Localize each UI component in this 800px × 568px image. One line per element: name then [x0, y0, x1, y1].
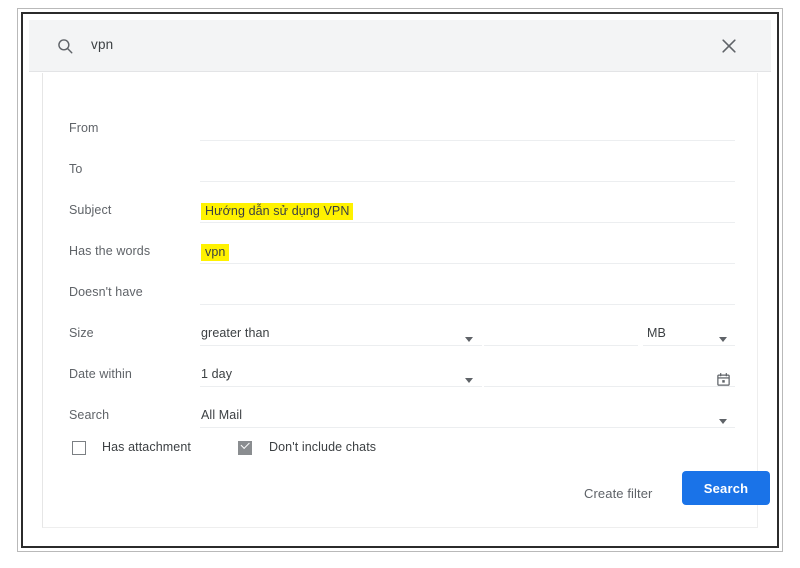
- select-size-unit[interactable]: MB: [643, 324, 735, 346]
- chevron-down-icon[interactable]: [719, 419, 727, 424]
- search-form-card: From To Subject Hướng dẫn sử dụng VPN Ha…: [42, 73, 770, 528]
- select-date-range[interactable]: 1 day: [200, 365, 482, 387]
- input-has-the-words-value: vpn: [201, 244, 230, 261]
- input-date[interactable]: [484, 365, 735, 387]
- input-subject-value: Hướng dẫn sử dụng VPN: [201, 203, 354, 220]
- label-date-within: Date within: [69, 367, 132, 381]
- form-row-subject: Subject Hướng dẫn sử dụng VPN: [43, 193, 759, 234]
- form-row-size: Size greater than MB: [43, 316, 759, 357]
- checkbox-dont-include-chats[interactable]: [238, 439, 252, 455]
- label-has-the-words: Has the words: [69, 244, 151, 258]
- input-subject[interactable]: Hướng dẫn sử dụng VPN: [200, 201, 735, 223]
- select-size-comparator-value: greater than: [201, 326, 270, 340]
- label-has-attachment[interactable]: Has attachment: [102, 440, 191, 454]
- label-subject: Subject: [69, 203, 112, 217]
- label-to: To: [69, 162, 83, 176]
- input-to[interactable]: [200, 160, 735, 182]
- search-bar[interactable]: vpn: [29, 20, 771, 72]
- label-dont-include-chats[interactable]: Don't include chats: [269, 440, 376, 454]
- search-icon: [56, 37, 74, 55]
- select-date-range-value: 1 day: [201, 367, 233, 381]
- form-row-from: From: [43, 111, 759, 152]
- label-from: From: [69, 121, 99, 135]
- input-from[interactable]: [200, 119, 735, 141]
- chevron-down-icon[interactable]: [465, 337, 473, 342]
- select-size-unit-value: MB: [647, 326, 666, 340]
- form-row-doesnt-have: Doesn't have: [43, 275, 759, 316]
- search-query-text[interactable]: vpn: [91, 37, 113, 52]
- calendar-icon[interactable]: [716, 372, 731, 387]
- label-size: Size: [69, 326, 94, 340]
- select-search-scope-value: All Mail: [201, 408, 243, 422]
- close-icon[interactable]: [719, 36, 739, 56]
- search-button[interactable]: Search: [682, 471, 770, 505]
- checkbox-has-attachment[interactable]: [72, 441, 86, 455]
- chevron-down-icon[interactable]: [465, 378, 473, 383]
- form-row-has-the-words: Has the words vpn: [43, 234, 759, 275]
- select-search-scope[interactable]: All Mail: [200, 406, 735, 428]
- screenshot-root: vpn From To Subject Hướng dẫn sử dụng VP…: [0, 0, 800, 568]
- gmail-advanced-search-dialog: vpn From To Subject Hướng dẫn sử dụng VP…: [29, 20, 771, 532]
- form-row-to: To: [43, 152, 759, 193]
- input-doesnt-have[interactable]: [200, 283, 735, 305]
- label-doesnt-have: Doesn't have: [69, 285, 143, 299]
- checkbox-row: Has attachment Don't include chats: [43, 433, 759, 469]
- create-filter-button[interactable]: Create filter: [574, 478, 663, 509]
- check-tick-icon: [240, 439, 250, 449]
- chevron-down-icon[interactable]: [719, 337, 727, 342]
- input-has-the-words[interactable]: vpn: [200, 242, 735, 264]
- label-search-scope: Search: [69, 408, 110, 422]
- select-size-comparator[interactable]: greater than: [200, 324, 482, 346]
- form-row-date-within: Date within 1 day: [43, 357, 759, 398]
- input-size-amount[interactable]: [484, 324, 638, 346]
